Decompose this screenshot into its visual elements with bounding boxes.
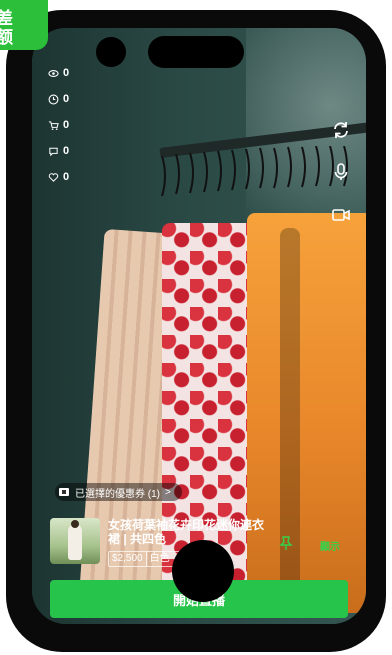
likes-stat: 0 [48, 164, 69, 190]
viewers-stat: 0 [48, 60, 69, 86]
clock-icon [48, 94, 59, 105]
dynamic-island [148, 36, 244, 68]
front-camera [96, 37, 126, 67]
product-title: 女孩荷葉袖花卉印花迷你連衣裙 | 共四色 [108, 518, 265, 546]
live-stats: 0 0 0 0 0 [48, 60, 69, 190]
comment-icon [48, 146, 59, 157]
cart-icon [48, 120, 59, 131]
comments-stat: 0 [48, 138, 69, 164]
chevron-right-icon: > [165, 486, 171, 498]
product-option-1: 白色 [149, 553, 170, 564]
selected-coupon-chip[interactable]: 已選擇的優惠券 (1) > [55, 483, 182, 501]
duration-stat: 0 [48, 86, 69, 112]
refresh-icon[interactable] [330, 119, 352, 141]
home-button[interactable] [172, 540, 234, 602]
coupon-label: 已選擇的優惠券 (1) [75, 488, 160, 500]
badge-char-2: 额 [0, 28, 13, 47]
badge-char-1: 差 [0, 9, 13, 28]
corner-badge: 差 额 [0, 0, 48, 50]
microphone-icon[interactable] [330, 161, 352, 183]
price-divider [145, 552, 147, 566]
video-camera-icon[interactable] [330, 204, 352, 226]
likes-count: 0 [63, 171, 70, 183]
comments-count: 0 [63, 145, 70, 157]
heart-icon [48, 172, 59, 183]
thumbnail-model-head [71, 520, 79, 528]
pin-icon[interactable] [278, 535, 294, 551]
eye-icon [48, 68, 59, 79]
cart-count: 0 [63, 119, 70, 131]
thumbnail-model-dress [68, 524, 82, 560]
product-price: $2,500 [112, 553, 143, 564]
show-product-button[interactable]: 顯示 [320, 538, 340, 553]
product-thumbnail [50, 518, 100, 564]
coupon-icon [59, 488, 69, 496]
duration-count: 0 [63, 93, 70, 105]
cart-stat: 0 [48, 112, 69, 138]
viewers-count: 0 [63, 67, 70, 79]
